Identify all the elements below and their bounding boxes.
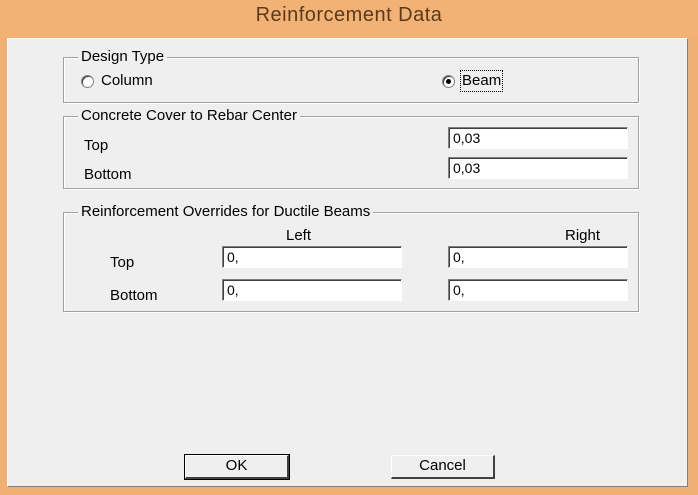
- overrides-bottom-label: Bottom: [110, 287, 158, 304]
- concrete-cover-group: Concrete Cover to Rebar Center Top 0,03 …: [63, 107, 639, 189]
- overrides-top-right-input[interactable]: 0,: [448, 246, 628, 268]
- overrides-top-left-input[interactable]: 0,: [222, 246, 402, 268]
- column-radio-label[interactable]: Column: [101, 72, 153, 90]
- overrides-left-header: Left: [286, 227, 312, 244]
- dialog-client-area: Design Type Column Beam Concrete Cover t…: [7, 38, 688, 487]
- beam-radio-label[interactable]: Beam: [459, 70, 504, 92]
- overrides-group: Reinforcement Overrides for Ductile Beam…: [63, 203, 639, 312]
- cover-top-input[interactable]: 0,03: [448, 127, 628, 149]
- overrides-bottom-left-input[interactable]: 0,: [222, 279, 402, 301]
- design-type-group: Design Type Column Beam: [63, 48, 639, 103]
- cover-bottom-input[interactable]: 0,03: [448, 157, 628, 179]
- window-title: Reinforcement Data: [255, 4, 443, 26]
- reinforcement-data-dialog: Reinforcement Data Design Type Column Be…: [0, 0, 698, 495]
- cover-bottom-label: Bottom: [84, 166, 132, 183]
- design-type-legend: Design Type: [78, 48, 168, 66]
- concrete-cover-legend: Concrete Cover to Rebar Center: [78, 107, 300, 125]
- beam-radio[interactable]: [442, 75, 455, 88]
- column-radio[interactable]: [81, 75, 94, 88]
- overrides-right-header: Right: [565, 227, 601, 244]
- ok-button[interactable]: OK: [184, 454, 290, 480]
- title-bar[interactable]: Reinforcement Data: [0, 0, 698, 38]
- cover-top-label: Top: [84, 137, 109, 154]
- overrides-top-label: Top: [110, 254, 135, 271]
- overrides-bottom-right-input[interactable]: 0,: [448, 279, 628, 301]
- overrides-legend: Reinforcement Overrides for Ductile Beam…: [78, 203, 374, 221]
- cancel-button[interactable]: Cancel: [391, 455, 495, 479]
